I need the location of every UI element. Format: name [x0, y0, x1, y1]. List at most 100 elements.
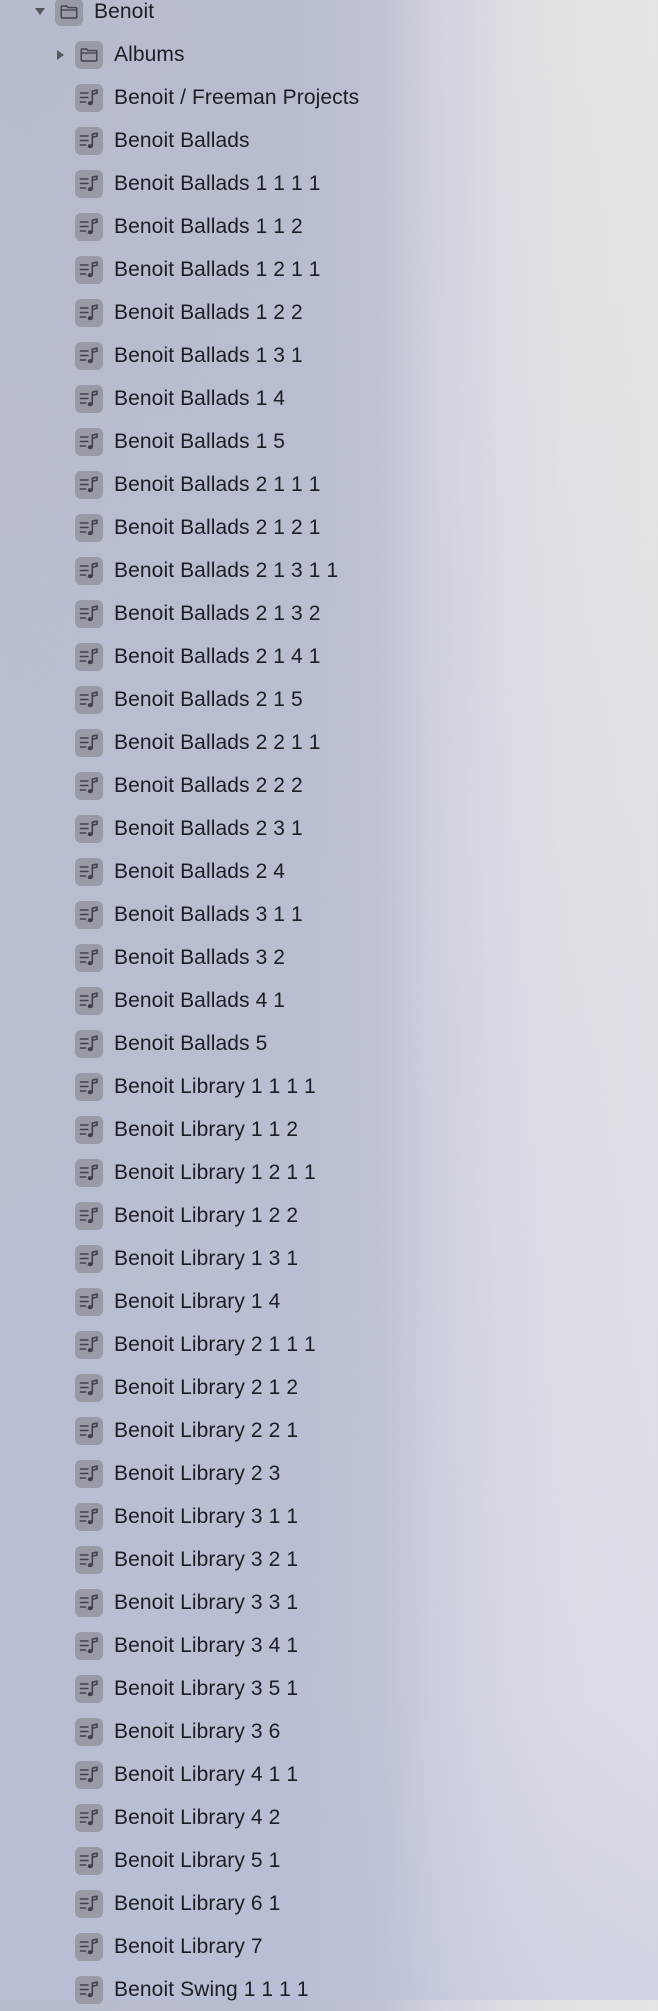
playlist-row[interactable]: Benoit Library 2 1 1 1: [0, 1323, 658, 1366]
playlist-row[interactable]: Benoit Ballads 2 1 4 1: [0, 635, 658, 678]
playlist-icon: [75, 1416, 103, 1445]
playlist-icon: [75, 1459, 103, 1488]
playlist-row[interactable]: Benoit Library 2 2 1: [0, 1409, 658, 1452]
playlist-row[interactable]: Benoit Library 3 4 1: [0, 1624, 658, 1667]
playlist-row[interactable]: Benoit Ballads 1 3 1: [0, 334, 658, 377]
playlist-icon: [75, 986, 103, 1015]
playlist-row[interactable]: Benoit Library 1 1 2: [0, 1108, 658, 1151]
playlist-label: Benoit Library 3 3 1: [114, 1590, 299, 1614]
playlist-label: Benoit Ballads 1 2 1 1: [114, 257, 321, 281]
playlist-row[interactable]: Benoit Ballads 1 4: [0, 377, 658, 420]
playlist-label: Benoit Library 4 2: [114, 1805, 281, 1829]
playlist-label: Benoit Ballads 2 1 1 1: [114, 472, 321, 496]
playlist-icon: [75, 341, 103, 370]
playlist-row[interactable]: Benoit Ballads 1 2 1 1: [0, 248, 658, 291]
playlist-row[interactable]: Benoit Library 3 2 1: [0, 1538, 658, 1581]
playlist-row[interactable]: Benoit Ballads 1 5: [0, 420, 658, 463]
playlist-label: Benoit Library 1 2 2: [114, 1203, 299, 1227]
playlist-row[interactable]: Benoit Ballads 3 2: [0, 936, 658, 979]
playlist-label: Benoit Library 1 3 1: [114, 1246, 299, 1270]
playlist-icon: [75, 1631, 103, 1660]
playlist-row[interactable]: Benoit Ballads 2 1 2 1: [0, 506, 658, 549]
playlist-row[interactable]: Benoit Library 1 2 2: [0, 1194, 658, 1237]
playlist-icon: [75, 1201, 103, 1230]
playlist-row[interactable]: Benoit Library 1 1 1 1: [0, 1065, 658, 1108]
playlist-label: Benoit Library 3 5 1: [114, 1676, 299, 1700]
playlist-row[interactable]: Benoit Ballads 2 3 1: [0, 807, 658, 850]
disclosure-triangle-expanded[interactable]: [33, 5, 47, 19]
playlist-row[interactable]: Benoit Ballads 2 1 5: [0, 678, 658, 721]
playlist-label: Benoit Library 1 4: [114, 1289, 281, 1313]
playlist-row[interactable]: Benoit Library 1 4: [0, 1280, 658, 1323]
playlist-label: Benoit Library 3 4 1: [114, 1633, 299, 1657]
playlist-row[interactable]: Benoit Ballads 1 2 2: [0, 291, 658, 334]
playlist-tree: Benoit Albums Benoit / Freeman Projects B…: [0, 0, 658, 2011]
playlist-row[interactable]: Benoit Library 3 5 1: [0, 1667, 658, 1710]
playlist-row[interactable]: Benoit Ballads 2 1 3 1 1: [0, 549, 658, 592]
folder-row-benoit[interactable]: Benoit: [0, 0, 658, 33]
playlist-label: Benoit Library 2 1 1 1: [114, 1332, 316, 1356]
playlist-row[interactable]: Benoit Library 3 3 1: [0, 1581, 658, 1624]
playlist-row[interactable]: Benoit Library 1 3 1: [0, 1237, 658, 1280]
playlist-row[interactable]: Benoit Library 7: [0, 1925, 658, 1968]
playlist-row[interactable]: Benoit Ballads 5: [0, 1022, 658, 1065]
folder-row-albums[interactable]: Albums: [0, 33, 658, 76]
playlist-row[interactable]: Benoit Ballads: [0, 119, 658, 162]
playlist-icon: [75, 1932, 103, 1961]
folder-icon: [55, 0, 83, 26]
playlist-icon: [75, 1244, 103, 1273]
playlist-label: Benoit Ballads 1 4: [114, 386, 286, 410]
playlist-icon: [75, 126, 103, 155]
playlist-icon: [75, 943, 103, 972]
playlist-label: Benoit Library 3 1 1: [114, 1504, 299, 1528]
playlist-icon: [75, 1502, 103, 1531]
playlist-label: Benoit Ballads 2 1 4 1: [114, 644, 321, 668]
playlist-row[interactable]: Benoit Library 3 1 1: [0, 1495, 658, 1538]
folder-label: Benoit: [94, 0, 155, 23]
playlist-row[interactable]: Benoit Ballads 2 1 1 1: [0, 463, 658, 506]
playlist-row[interactable]: Benoit Library 5 1: [0, 1839, 658, 1882]
folder-icon: [75, 40, 103, 69]
playlist-icon: [75, 857, 103, 886]
disclosure-triangle-collapsed[interactable]: [53, 48, 67, 62]
playlist-row[interactable]: Benoit Ballads 3 1 1: [0, 893, 658, 936]
playlist-icon: [75, 1545, 103, 1574]
playlist-label: Benoit Ballads 2 1 3 1 1: [114, 558, 339, 582]
playlist-label: Benoit Ballads 2 1 5: [114, 687, 303, 711]
playlist-icon: [75, 212, 103, 241]
playlist-row[interactable]: Benoit Ballads 4 1: [0, 979, 658, 1022]
playlist-icon: [75, 599, 103, 628]
playlist-row[interactable]: Benoit Library 2 3: [0, 1452, 658, 1495]
playlist-label: Benoit Library 1 1 1 1: [114, 1074, 316, 1098]
playlist-label: Benoit Ballads: [114, 128, 250, 152]
playlist-row[interactable]: Benoit Ballads 1 1 2: [0, 205, 658, 248]
playlist-icon: [75, 513, 103, 542]
playlist-row[interactable]: Benoit Library 4 1 1: [0, 1753, 658, 1796]
playlist-row[interactable]: Benoit Library 6 1: [0, 1882, 658, 1925]
playlist-icon: [75, 1889, 103, 1918]
playlist-label: Benoit Library 3 2 1: [114, 1547, 299, 1571]
playlist-row[interactable]: Benoit Library 4 2: [0, 1796, 658, 1839]
playlist-label: Benoit / Freeman Projects: [114, 85, 360, 109]
playlist-icon: [75, 1115, 103, 1144]
playlist-label: Benoit Library 2 3: [114, 1461, 281, 1485]
playlist-row[interactable]: Benoit Library 2 1 2: [0, 1366, 658, 1409]
playlist-row[interactable]: Benoit Ballads 2 4: [0, 850, 658, 893]
playlist-icon: [75, 169, 103, 198]
playlist-label: Benoit Ballads 1 3 1: [114, 343, 303, 367]
playlist-label: Benoit Library 4 1 1: [114, 1762, 299, 1786]
playlist-row[interactable]: Benoit Ballads 1 1 1 1: [0, 162, 658, 205]
playlist-label: Benoit Ballads 1 1 2: [114, 214, 303, 238]
playlist-icon: [75, 1717, 103, 1746]
playlist-row[interactable]: Benoit Ballads 2 2 2: [0, 764, 658, 807]
playlist-row[interactable]: Benoit Ballads 2 2 1 1: [0, 721, 658, 764]
playlist-label: Benoit Ballads 2 1 3 2: [114, 601, 321, 625]
playlist-icon: [75, 1072, 103, 1101]
playlist-row[interactable]: Benoit Library 3 6: [0, 1710, 658, 1753]
playlist-label: Benoit Library 2 1 2: [114, 1375, 299, 1399]
playlist-row[interactable]: Benoit / Freeman Projects: [0, 76, 658, 119]
playlist-row[interactable]: Benoit Swing 1 1 1 1: [0, 1968, 658, 2011]
playlist-row[interactable]: Benoit Library 1 2 1 1: [0, 1151, 658, 1194]
playlist-label: Benoit Ballads 2 3 1: [114, 816, 303, 840]
playlist-row[interactable]: Benoit Ballads 2 1 3 2: [0, 592, 658, 635]
